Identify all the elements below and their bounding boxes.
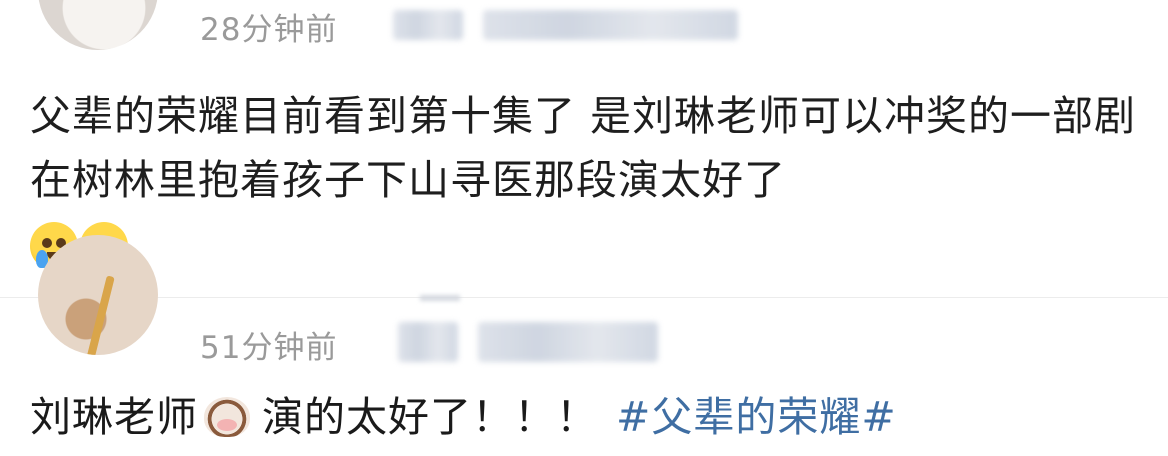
comment-text-row: 刘琳老师 演的太好了！！！ #父辈的荣耀# [30, 385, 897, 449]
comment-text: 父辈的荣耀目前看到第十集了 是刘琳老师可以冲奖的一部剧 在树林里抱着孩子下山寻医… [30, 92, 1137, 204]
comment-timestamp: 28分钟前 [200, 12, 338, 48]
hashtag-link[interactable]: #父辈的荣耀# [616, 393, 897, 441]
comment-text-prefix: 刘琳老师 [30, 393, 198, 441]
blurred-location [393, 10, 463, 40]
cow-face-icon [204, 397, 250, 437]
comment-divider [0, 297, 1168, 298]
blurred-location [398, 322, 458, 362]
blurred-detail [420, 295, 460, 301]
comment-text-suffix: 演的太好了！！！ [262, 393, 598, 441]
blurred-device [478, 322, 658, 362]
user-avatar[interactable] [38, 0, 158, 50]
blurred-device [483, 10, 738, 40]
user-avatar[interactable] [38, 235, 158, 355]
comment-timestamp: 51分钟前 [200, 330, 338, 366]
